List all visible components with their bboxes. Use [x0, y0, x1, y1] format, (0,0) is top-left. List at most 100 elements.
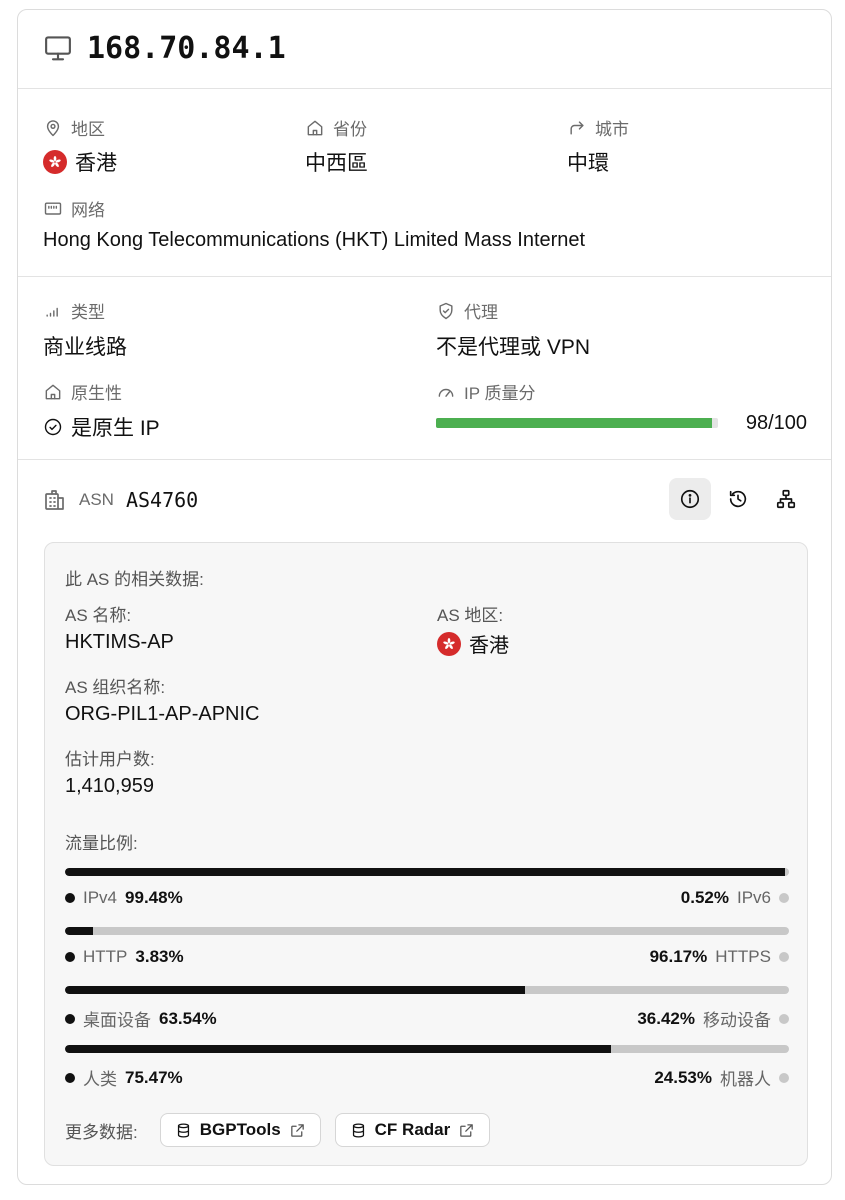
- type-value: 商业线路: [43, 336, 127, 359]
- proxy-label-row: 代理: [436, 298, 498, 323]
- province-label-row: 省份: [305, 115, 367, 140]
- network-tree-icon: [776, 489, 796, 509]
- history-icon: [729, 490, 747, 508]
- light-dot: [779, 893, 789, 903]
- native-label: 原生性: [71, 384, 122, 403]
- traffic-label: 流量比例:: [65, 834, 138, 853]
- proxy-label: 代理: [464, 303, 498, 322]
- cf-radar-label: CF Radar: [374, 1120, 451, 1139]
- users-value: 1,410,959: [65, 775, 154, 797]
- traffic-left-name: 人类: [83, 1070, 117, 1089]
- traffic-right-name: HTTPS: [715, 947, 771, 966]
- asn-label: ASN: [79, 490, 114, 509]
- traffic-bar-fill: [65, 1045, 612, 1053]
- type-label-row: 类型: [43, 298, 105, 323]
- monitor-icon: [43, 33, 73, 63]
- network-label: 网络: [71, 201, 105, 220]
- as-org-value: ORG-PIL1-AP-APNIC: [65, 703, 260, 725]
- info-icon: [680, 489, 700, 509]
- traffic-right-pct: 36.42%: [637, 1008, 695, 1028]
- quality-label: IP 质量分: [464, 384, 536, 403]
- asn-row: ASN AS4760: [43, 488, 198, 512]
- database-icon: [352, 1122, 364, 1138]
- traffic-right-name: IPv6: [736, 888, 771, 907]
- check-circle-icon: [43, 417, 63, 437]
- as-data-panel: 此 AS 的相关数据: AS 名称: HKTIMS-AP AS 地区: 香港 A…: [44, 542, 808, 1166]
- dark-dot: [65, 1072, 75, 1083]
- ip-info-card: 168.70.84.1 地区 香港 省份 中西區 城市 中環 网络 Hong K…: [17, 9, 832, 1185]
- panel-title: 此 AS 的相关数据:: [65, 570, 204, 589]
- asn-actions: [669, 478, 807, 520]
- bgptools-link[interactable]: BGPTools: [159, 1113, 321, 1147]
- as-region-row: 香港: [437, 629, 509, 658]
- light-dot: [779, 1072, 789, 1083]
- traffic-right-name: 机器人: [720, 1070, 771, 1089]
- quality-bar: [436, 418, 718, 428]
- native-value: 是原生 IP: [71, 417, 160, 440]
- region-label: 地区: [71, 120, 105, 139]
- light-dot: [779, 952, 789, 962]
- as-org-label: AS 组织名称:: [65, 678, 166, 697]
- traffic-bar-fill: [65, 986, 526, 994]
- map-pin-icon: [43, 118, 63, 138]
- traffic-bar-protocol: [65, 927, 789, 935]
- region-label-row: 地区: [43, 115, 105, 140]
- traffic-left-name: HTTP: [83, 947, 128, 966]
- dark-dot: [65, 1013, 75, 1024]
- city-value: 中環: [567, 152, 609, 175]
- as-region-label: AS 地区:: [437, 606, 504, 625]
- traffic-right-pct: 0.52%: [680, 888, 729, 907]
- traffic-legend-ip-version: IPv4 99.48% 0.52% IPv6: [65, 888, 789, 908]
- network-tree-button[interactable]: [765, 478, 807, 520]
- signal-icon: [43, 301, 63, 321]
- cf-radar-link[interactable]: CF Radar: [334, 1113, 491, 1147]
- building-icon: [43, 488, 67, 512]
- type-label: 类型: [71, 303, 105, 322]
- as-name-label: AS 名称:: [65, 606, 132, 625]
- native-value-row: 是原生 IP: [43, 412, 160, 442]
- ip-address: 168.70.84.1: [87, 30, 286, 66]
- native-label-row: 原生性: [43, 379, 122, 404]
- info-button[interactable]: [669, 478, 711, 520]
- proxy-value: 不是代理或 VPN: [436, 336, 591, 359]
- traffic-legend-device: 桌面设备 63.54% 36.42% 移动设备: [65, 1006, 789, 1031]
- asn-value: AS4760: [125, 488, 199, 512]
- traffic-left-pct: 99.48%: [125, 888, 183, 907]
- external-link-icon: [460, 1123, 474, 1137]
- light-dot: [779, 1013, 789, 1024]
- traffic-legend-human-bot: 人类 75.47% 24.53% 机器人: [65, 1065, 789, 1090]
- network-value: Hong Kong Telecommunications (HKT) Limit…: [43, 229, 586, 251]
- traffic-bar-ip-version: [65, 868, 789, 876]
- ip-header: 168.70.84.1: [43, 28, 286, 68]
- users-label: 估计用户数:: [65, 750, 155, 769]
- forward-arrow-icon: [567, 118, 587, 138]
- as-name-value: HKTIMS-AP: [65, 631, 174, 653]
- home-icon: [43, 382, 63, 402]
- traffic-left-pct: 63.54%: [159, 1008, 217, 1028]
- traffic-left-name: IPv4: [83, 888, 118, 907]
- traffic-legend-protocol: HTTP 3.83% 96.17% HTTPS: [65, 947, 789, 967]
- traffic-bar-device: [65, 986, 789, 994]
- home-icon: [305, 118, 325, 138]
- external-link-icon: [290, 1123, 304, 1137]
- history-button[interactable]: [717, 478, 759, 520]
- dark-dot: [65, 952, 75, 962]
- traffic-right-pct: 96.17%: [649, 947, 708, 966]
- traffic-left-pct: 3.83%: [135, 947, 184, 966]
- quality-value: 98/100: [745, 412, 807, 434]
- as-region-value: 香港: [469, 635, 509, 657]
- traffic-right-name: 移动设备: [703, 1011, 771, 1030]
- ethernet-icon: [43, 199, 63, 219]
- more-data-label: 更多数据:: [65, 1122, 138, 1142]
- region-value: 香港: [75, 152, 117, 175]
- city-label: 城市: [595, 120, 629, 139]
- traffic-right-pct: 24.53%: [654, 1067, 712, 1087]
- hong-kong-flag-icon: [43, 150, 67, 174]
- region-value-row: 香港: [43, 147, 117, 177]
- dark-dot: [65, 893, 75, 903]
- more-data-row: 更多数据: BGPTools CF Radar: [65, 1113, 491, 1147]
- bgptools-label: BGPTools: [199, 1120, 281, 1139]
- traffic-bar-fill: [65, 868, 786, 876]
- city-label-row: 城市: [567, 115, 629, 140]
- gauge-icon: [436, 382, 456, 402]
